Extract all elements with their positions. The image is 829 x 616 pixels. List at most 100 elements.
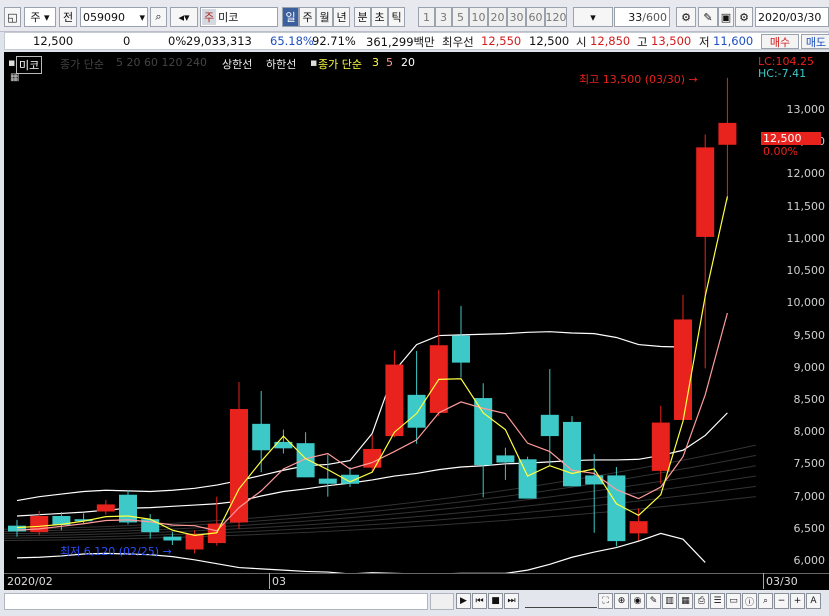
print-icon[interactable]: ⎙ bbox=[694, 593, 709, 609]
search-icon[interactable]: ⌕ bbox=[758, 593, 773, 609]
stop-button[interactable]: ■ bbox=[488, 593, 503, 609]
tool-icon[interactable]: ⛶ bbox=[598, 593, 613, 609]
y-tick-label: 7,000 bbox=[793, 489, 826, 503]
camera-icon[interactable]: ◉ bbox=[630, 593, 645, 609]
hc-label: HC:-7.41 bbox=[758, 67, 807, 80]
candle-body bbox=[674, 319, 692, 420]
stock-name-value: 미코 bbox=[218, 11, 239, 24]
period-tab-week[interactable]: 주 bbox=[299, 7, 316, 27]
first-button[interactable]: ⏮ bbox=[472, 593, 487, 609]
zoom-out-icon[interactable]: − bbox=[774, 593, 789, 609]
period-tab-minute[interactable]: 분 bbox=[354, 7, 371, 27]
high-label: 고 bbox=[637, 35, 648, 49]
list-icon[interactable]: ☰ bbox=[710, 593, 725, 609]
low-annotation-text: 최저 6,120 (02/25) bbox=[60, 545, 160, 558]
y-tick-label: 13,000 bbox=[786, 103, 826, 116]
buy-button[interactable]: 매수 bbox=[761, 34, 799, 49]
sell-button[interactable]: 매도 bbox=[801, 34, 829, 49]
legend-ma-periods: 5 20 60 120 240 bbox=[116, 56, 207, 69]
grid-icon[interactable]: ▦ bbox=[10, 72, 19, 83]
period-tab-day[interactable]: 일 bbox=[282, 7, 299, 27]
date-field[interactable]: 2020/03/30 bbox=[755, 7, 829, 27]
best-quote-label: 최우선 bbox=[442, 35, 474, 49]
y-tick-label: 11,500 bbox=[786, 199, 826, 213]
filter-button[interactable]: 전 bbox=[59, 7, 77, 27]
stock-code-input[interactable]: 059090 ▾ bbox=[80, 7, 148, 27]
speaker-icon[interactable]: ◂▾ bbox=[170, 7, 198, 27]
interval-button-60[interactable]: 60 bbox=[526, 7, 545, 27]
candle-body bbox=[119, 494, 137, 523]
candle-body bbox=[163, 536, 182, 541]
price-chart[interactable]: ▪ 미코 종가 단순 5 20 60 120 240 상한선 하한선 ▪ 종가 … bbox=[3, 52, 757, 575]
zoom-slider[interactable] bbox=[525, 594, 597, 608]
month-divider bbox=[269, 573, 270, 589]
font-size-icon[interactable]: A bbox=[806, 593, 821, 609]
scroll-thumb[interactable] bbox=[430, 593, 454, 610]
draw-icon[interactable]: ✎ bbox=[698, 7, 718, 27]
candle-body bbox=[651, 422, 670, 471]
date-axis: 2020/02 03 03/30 bbox=[4, 573, 829, 590]
last-button[interactable]: ⏭ bbox=[504, 593, 519, 609]
zoom-in-icon[interactable]: + bbox=[790, 593, 805, 609]
pen-icon[interactable]: ✎ bbox=[646, 593, 661, 609]
save-icon[interactable]: ▣ bbox=[718, 7, 734, 27]
candle-body bbox=[185, 534, 204, 550]
candle-body bbox=[496, 455, 515, 463]
interval-button-120[interactable]: 120 bbox=[545, 7, 567, 27]
stock-name-field[interactable]: 주 미코 bbox=[200, 7, 278, 27]
candlestick-chart[interactable] bbox=[3, 52, 757, 575]
grid-icon[interactable]: ▦ bbox=[678, 593, 693, 609]
stock-code-value: 059090 bbox=[83, 10, 125, 24]
legend-ma-label: 종가 단순 bbox=[60, 58, 104, 71]
info-icon[interactable]: ⓘ bbox=[742, 593, 757, 609]
count-field[interactable]: 33/600 bbox=[614, 7, 670, 27]
chart-icon[interactable]: ▥ bbox=[662, 593, 677, 609]
market-value: 주 bbox=[30, 11, 41, 24]
trade-amount: 361,299백만 bbox=[366, 35, 435, 49]
scroll-right-button[interactable]: ▶ bbox=[456, 593, 471, 609]
candle-body bbox=[96, 504, 115, 512]
interval-button-1[interactable]: 1 bbox=[418, 7, 435, 27]
settings-dropdown[interactable]: ▾ bbox=[573, 7, 613, 27]
period-tab-year[interactable]: 년 bbox=[333, 7, 350, 27]
interval-button-20[interactable]: 20 bbox=[488, 7, 507, 27]
window-icon[interactable]: ◱ bbox=[4, 7, 21, 27]
candle-body bbox=[629, 521, 648, 534]
low-label: 저 bbox=[699, 35, 710, 49]
gear-icon[interactable]: ⚙ bbox=[735, 7, 753, 27]
legend-ma2-period-20: 20 bbox=[401, 56, 415, 69]
period-tab-second[interactable]: 초 bbox=[371, 7, 388, 27]
interval-button-5[interactable]: 5 bbox=[452, 7, 469, 27]
monitor-icon[interactable]: ▭ bbox=[726, 593, 741, 609]
candle-body bbox=[696, 147, 715, 237]
best-ask: 12,550 bbox=[481, 34, 522, 48]
low-annotation: 최저 6,120 (02/25) → bbox=[60, 543, 172, 559]
period-tab-month[interactable]: 월 bbox=[316, 7, 333, 27]
legend-marker-icon: ▪ bbox=[8, 56, 16, 69]
count-value: 33 bbox=[628, 10, 643, 24]
turnover-ratio: 92.71% bbox=[312, 34, 356, 48]
current-pct-tag: 0.00% bbox=[763, 145, 798, 158]
interval-button-3[interactable]: 3 bbox=[435, 7, 452, 27]
legend-ma2-period-3: 3 bbox=[372, 56, 379, 69]
dropdown-arrow-icon[interactable]: ▾ bbox=[139, 11, 145, 24]
market-select[interactable]: 주 ▾ bbox=[24, 7, 56, 27]
scroll-track[interactable] bbox=[4, 593, 428, 610]
y-tick-label: 10,500 bbox=[786, 264, 826, 278]
legend-stock-name: 미코 bbox=[16, 56, 43, 74]
best-bid: 12,500 bbox=[529, 34, 570, 48]
period-tab-tick[interactable]: 틱 bbox=[388, 7, 405, 27]
interval-button-10[interactable]: 10 bbox=[469, 7, 488, 27]
search-icon[interactable]: ⌕ bbox=[150, 7, 167, 27]
legend-marker-icon: ▪ bbox=[310, 56, 318, 69]
candle-body bbox=[252, 423, 271, 451]
candle-body bbox=[563, 421, 581, 487]
change-rate: 0% bbox=[168, 34, 187, 48]
y-tick-label: 6,500 bbox=[793, 521, 826, 535]
high-annotation-text: 최고 13,500 (03/30) bbox=[579, 73, 686, 86]
interval-button-30[interactable]: 30 bbox=[507, 7, 526, 27]
y-tick-label: 6,000 bbox=[793, 554, 826, 568]
crosshair-icon[interactable]: ⊕ bbox=[614, 593, 629, 609]
legend-upper-band: 상한선 bbox=[222, 58, 253, 71]
indicator-icon[interactable]: ⚙ bbox=[676, 7, 696, 27]
